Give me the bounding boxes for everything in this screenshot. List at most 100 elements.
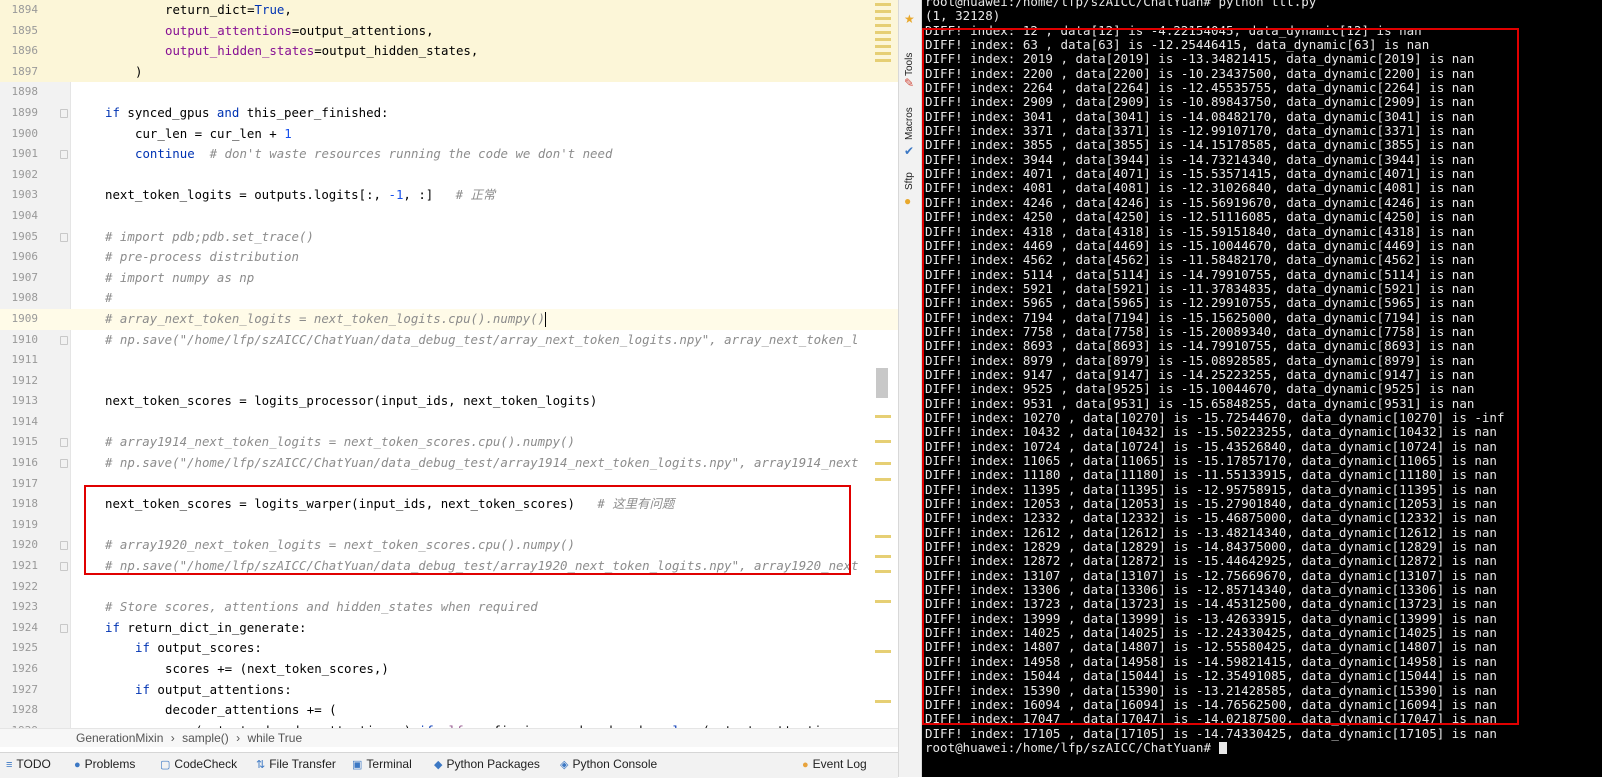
code-text[interactable]: cur_len = cur_len + 1 <box>135 124 292 145</box>
code-text[interactable]: # np.save("/home/lfp/szAICC/ChatYuan/dat… <box>105 330 858 351</box>
code-line[interactable]: 1912 <box>0 371 898 392</box>
code-line[interactable]: 1914 <box>0 412 898 433</box>
code-line[interactable]: 1896 output_hidden_states=output_hidden_s… <box>0 41 898 62</box>
change-marker[interactable] <box>875 555 891 558</box>
change-marker[interactable] <box>875 59 891 62</box>
breadcrumb-class[interactable]: GenerationMixin <box>76 731 163 745</box>
code-editor[interactable]: 1894 return_dict=True, 1895 output_attentio… <box>0 0 898 752</box>
change-marker[interactable] <box>875 462 891 465</box>
code-text[interactable]: ) <box>135 62 142 83</box>
change-marker[interactable] <box>875 700 891 703</box>
change-marker[interactable] <box>875 52 891 55</box>
code-line[interactable]: 1897) <box>0 61 898 83</box>
breadcrumb[interactable]: GenerationMixin › sample() › while True <box>0 728 898 747</box>
editor-marker-column[interactable] <box>870 0 898 745</box>
code-text[interactable]: # <box>105 288 112 309</box>
change-marker[interactable] <box>875 650 891 653</box>
tab-terminal[interactable]: ▣ Terminal <box>352 757 412 771</box>
code-line[interactable]: 1922 <box>0 577 898 598</box>
code-text[interactable]: continue # don't waste resources running… <box>135 144 612 165</box>
change-marker[interactable] <box>875 415 891 418</box>
code-line[interactable]: 1909 # array_next_token_logits = next_tok… <box>0 308 898 330</box>
scroll-thumb[interactable] <box>876 368 888 398</box>
code-line[interactable]: 1902 <box>0 165 898 186</box>
code-line[interactable]: 1899 if synced_gpus and this_peer_finishe… <box>0 103 898 124</box>
code-text[interactable]: output_hidden_states=output_hidden_state… <box>165 41 478 62</box>
tab-codecheck[interactable]: ▢ CodeCheck <box>160 757 237 771</box>
fold-marker-icon[interactable] <box>60 459 68 469</box>
change-marker[interactable] <box>875 478 891 481</box>
tab-file-transfer[interactable]: ⇅ File Transfer <box>256 757 336 771</box>
breadcrumb-function[interactable]: sample() <box>182 731 229 745</box>
fold-marker-icon[interactable] <box>60 562 68 572</box>
code-text[interactable]: # import pdb;pdb.set_trace() <box>105 227 314 248</box>
code-line[interactable]: 1915 # array1914_next_token_logits = next… <box>0 432 898 453</box>
tab-macros[interactable]: Macros ✔ <box>899 100 923 160</box>
code-text[interactable]: # import numpy as np <box>105 268 254 289</box>
fold-marker-icon[interactable] <box>60 438 68 448</box>
code-line[interactable]: 1900 cur_len = cur_len + 1 <box>0 124 898 145</box>
code-line[interactable]: 1905 # import pdb;pdb.set_trace() <box>0 227 898 248</box>
code-text[interactable]: next_token_logits = outputs.logits[:, -1… <box>105 185 495 206</box>
fold-marker-icon[interactable] <box>60 150 68 160</box>
code-text[interactable]: next_token_scores = logits_processor(inp… <box>105 391 597 412</box>
change-marker[interactable] <box>875 38 891 41</box>
tab-todo[interactable]: ≡ TODO <box>6 757 51 771</box>
tab-tools[interactable]: Tools ✎ <box>899 40 923 90</box>
code-line[interactable]: 1907 # import numpy as np <box>0 268 898 289</box>
code-line[interactable]: 1904 <box>0 206 898 227</box>
code-text[interactable]: if return_dict_in_generate: <box>105 618 306 639</box>
tab-python-console[interactable]: ◈ Python Console <box>560 757 657 771</box>
code-text[interactable]: return_dict=True, <box>165 0 292 21</box>
code-line[interactable]: 1927 if output_attentions: <box>0 680 898 701</box>
code-text[interactable]: decoder_attentions += ( <box>165 700 337 721</box>
fold-marker-icon[interactable] <box>60 623 68 633</box>
code-line[interactable]: 1923 # Store scores, attentions and hidde… <box>0 597 898 618</box>
code-line[interactable]: 1894 return_dict=True, <box>0 0 898 21</box>
code-line[interactable]: 1898 <box>0 82 898 103</box>
code-line[interactable]: 1903 next_token_logits = outputs.logits[:… <box>0 185 898 206</box>
change-marker[interactable] <box>875 535 891 538</box>
code-line[interactable]: 1928 decoder_attentions += ( <box>0 700 898 721</box>
code-line[interactable]: 1908 # <box>0 288 898 309</box>
breadcrumb-context[interactable]: while True <box>247 731 302 745</box>
code-line[interactable]: 1901 continue # don't waste resources run… <box>0 144 898 165</box>
code-text[interactable]: if output_scores: <box>135 638 262 659</box>
code-text[interactable]: # pre-process distribution <box>105 247 299 268</box>
code-line[interactable]: 1913 next_token_scores = logits_processor… <box>0 391 898 412</box>
tab-sftp[interactable]: Sftp ● <box>899 166 923 216</box>
fold-marker-icon[interactable] <box>60 335 68 345</box>
change-marker[interactable] <box>875 31 891 34</box>
change-marker[interactable] <box>875 17 891 20</box>
fold-marker-icon[interactable] <box>60 108 68 118</box>
fold-marker-icon[interactable] <box>60 232 68 242</box>
change-marker[interactable] <box>875 570 891 573</box>
code-text[interactable]: output_attentions=output_attentions, <box>165 21 434 42</box>
code-text[interactable]: scores += (next_token_scores,) <box>165 659 389 680</box>
change-marker[interactable] <box>875 440 891 443</box>
fold-marker-icon[interactable] <box>60 541 68 551</box>
code-text[interactable]: # Store scores, attentions and hidden_st… <box>105 597 538 618</box>
code-line[interactable]: 1906 # pre-process distribution <box>0 247 898 268</box>
code-text[interactable]: # np.save("/home/lfp/szAICC/ChatYuan/dat… <box>105 453 858 474</box>
change-marker[interactable] <box>875 24 891 27</box>
code-line[interactable]: 1924 if return_dict_in_generate: <box>0 618 898 639</box>
code-text[interactable]: if synced_gpus and this_peer_finished: <box>105 103 389 124</box>
code-lines[interactable]: 1894 return_dict=True, 1895 output_attentio… <box>0 0 898 741</box>
change-marker[interactable] <box>875 45 891 48</box>
change-marker[interactable] <box>875 600 891 603</box>
tab-python-packages[interactable]: ◆ Python Packages <box>434 757 540 771</box>
change-marker[interactable] <box>875 10 891 13</box>
code-line[interactable]: 1910 # np.save("/home/lfp/szAICC/ChatYuan… <box>0 330 898 351</box>
code-text[interactable]: # array_next_token_logits = next_token_l… <box>105 309 547 330</box>
code-line[interactable]: 1916 # np.save("/home/lfp/szAICC/ChatYuan… <box>0 453 898 474</box>
change-marker[interactable] <box>875 3 891 6</box>
tab-problems[interactable]: ● Problems <box>74 757 135 771</box>
tab-event-log[interactable]: ● Event Log <box>802 757 867 771</box>
code-line[interactable]: 1925 if output_scores: <box>0 638 898 659</box>
code-line[interactable]: 1895 output_attentions=output_attentions, <box>0 20 898 42</box>
code-line[interactable]: 1911 <box>0 350 898 371</box>
code-text[interactable]: if output_attentions: <box>135 680 292 701</box>
code-line[interactable]: 1926 scores += (next_token_scores,) <box>0 659 898 680</box>
code-text[interactable]: # array1914_next_token_logits = next_tok… <box>105 432 575 453</box>
